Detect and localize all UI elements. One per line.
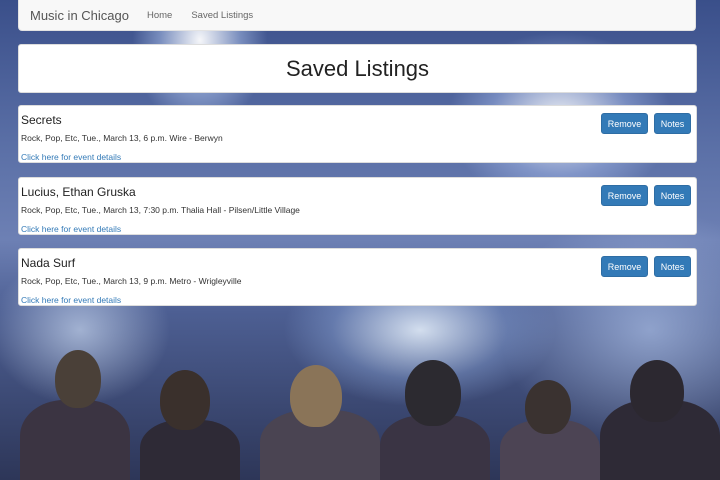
top-navbar: Music in Chicago Home Saved Listings — [18, 0, 696, 31]
listing-name: Lucius, Ethan Gruska — [21, 185, 136, 199]
listing-name: Secrets — [21, 113, 62, 127]
listing-details: Rock, Pop, Etc, Tue., March 13, 6 p.m. W… — [21, 133, 223, 143]
notes-button[interactable]: Notes — [654, 113, 691, 134]
nav-link-saved-listings[interactable]: Saved Listings — [191, 10, 253, 21]
remove-button[interactable]: Remove — [601, 185, 648, 206]
listing-card: Secrets Rock, Pop, Etc, Tue., March 13, … — [18, 105, 697, 163]
remove-button[interactable]: Remove — [601, 256, 648, 277]
remove-button[interactable]: Remove — [601, 113, 648, 134]
nav-link-home[interactable]: Home — [147, 10, 172, 21]
crowd-silhouette — [0, 280, 720, 480]
event-details-link[interactable]: Click here for event details — [21, 152, 121, 162]
notes-button[interactable]: Notes — [654, 185, 691, 206]
listing-details: Rock, Pop, Etc, Tue., March 13, 7:30 p.m… — [21, 205, 300, 215]
event-details-link[interactable]: Click here for event details — [21, 224, 121, 234]
listing-details: Rock, Pop, Etc, Tue., March 13, 9 p.m. M… — [21, 276, 242, 286]
listing-name: Nada Surf — [21, 256, 76, 270]
brand-link[interactable]: Music in Chicago — [30, 8, 129, 23]
event-details-link[interactable]: Click here for event details — [21, 295, 121, 305]
page-title: Saved Listings — [285, 55, 430, 81]
listing-card: Nada Surf Rock, Pop, Etc, Tue., March 13… — [18, 248, 697, 306]
notes-button[interactable]: Notes — [654, 256, 691, 277]
page-title-panel: Saved Listings — [18, 44, 697, 93]
listing-card: Lucius, Ethan Gruska Rock, Pop, Etc, Tue… — [18, 177, 697, 235]
